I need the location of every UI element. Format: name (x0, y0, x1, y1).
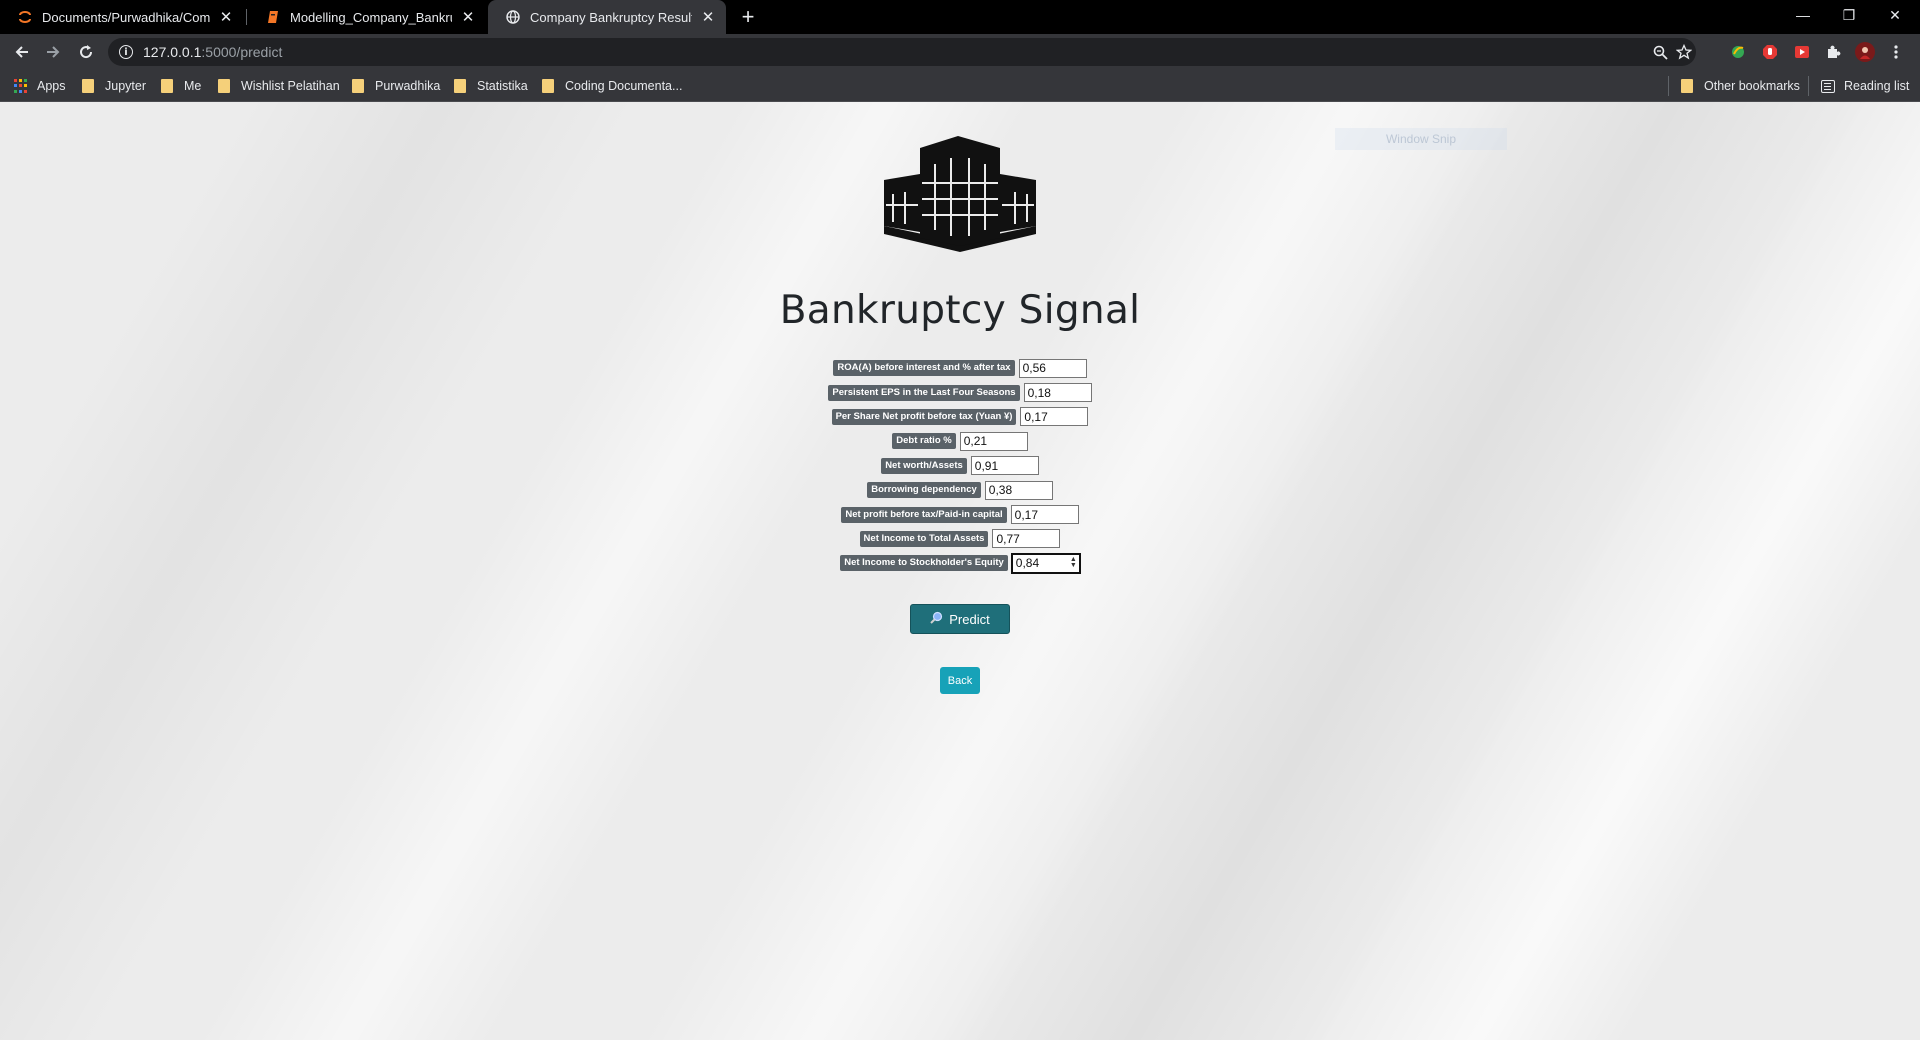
bookmark-label: Wishlist Pelatihan (241, 79, 340, 93)
per-share-net-profit-input[interactable]: 0,17 (1020, 407, 1089, 427)
close-icon[interactable]: ✕ (218, 9, 234, 26)
form-row-net-income-stockholders-equity: Net Income to Stockholder's Equity 0,84 … (0, 551, 1920, 575)
folder-icon (82, 79, 94, 93)
persistent-eps-input[interactable]: 0,18 (1023, 383, 1092, 403)
field-label: Debt ratio % (892, 433, 956, 450)
reading-list[interactable]: Reading list (1808, 76, 1909, 96)
bookmark-coding-documentation[interactable]: Coding Documenta... (542, 70, 682, 102)
tab-company-bankruptcy-result[interactable]: Company Bankruptcy Result ✕ (488, 0, 726, 34)
back-button[interactable]: Back (940, 667, 980, 694)
restore-icon[interactable]: ❐ (1826, 0, 1872, 30)
form-row-net-worth-assets: Net worth/Assets 0,91 (0, 454, 1920, 478)
form-row-roa: ROA(A) before interest and % after tax 0… (0, 356, 1920, 380)
other-bookmarks[interactable]: Other bookmarks (1668, 76, 1800, 96)
bookmark-statistika[interactable]: Statistika (454, 70, 528, 102)
bookmark-label: Me (184, 79, 202, 93)
predict-label: Predict (949, 611, 990, 627)
reading-list-icon (1821, 79, 1835, 93)
bookmark-wishlist-pelatihan[interactable]: Wishlist Pelatihan (218, 70, 340, 102)
address-bar[interactable]: i 127.0.0.1:5000/predict (108, 38, 1696, 66)
prediction-form: ROA(A) before interest and % after tax 0… (0, 356, 1920, 576)
bookmark-me[interactable]: Me (161, 70, 201, 102)
extension-leaf-icon[interactable] (1728, 42, 1748, 62)
notebook-icon (268, 11, 278, 23)
tab-title: Company Bankruptcy Result (530, 9, 692, 25)
folder-icon (161, 79, 173, 93)
tab-separator (246, 9, 247, 25)
bookmark-label: Statistika (477, 79, 528, 93)
form-row-per-share-net-profit: Per Share Net profit before tax (Yuan ¥)… (0, 405, 1920, 429)
form-row-net-income-total-assets: Net Income to Total Assets 0,77 (0, 527, 1920, 551)
form-row-borrowing-dependency: Borrowing dependency 0,38 (0, 478, 1920, 502)
bookmark-label: Apps (37, 79, 66, 93)
spinner-arrows-icon[interactable]: ▲ ▼ (1070, 556, 1077, 569)
browser-toolbar: i 127.0.0.1:5000/predict (0, 34, 1920, 70)
tab-title: Modelling_Company_Bankruptcy (290, 9, 452, 25)
close-window-icon[interactable]: ✕ (1872, 0, 1918, 30)
net-income-total-assets-input[interactable]: 0,77 (992, 529, 1061, 549)
net-profit-paid-in-capital-input[interactable]: 0,17 (1010, 505, 1079, 525)
form-row-net-profit-paid-in-capital: Net profit before tax/Paid-in capital 0,… (0, 502, 1920, 526)
info-icon[interactable]: i (119, 45, 133, 59)
bookmark-jupyter[interactable]: Jupyter (82, 70, 146, 102)
apps-grid-icon (14, 79, 28, 93)
close-icon[interactable]: ✕ (700, 9, 716, 26)
field-label: Net Income to Stockholder's Equity (840, 555, 1008, 572)
field-label: Net worth/Assets (881, 457, 967, 474)
jupyter-icon (19, 11, 31, 23)
minimize-icon[interactable]: — (1780, 0, 1826, 30)
bookmark-label: Purwadhika (375, 79, 441, 93)
field-label: Persistent EPS in the Last Four Seasons (828, 384, 1020, 401)
folder-icon (1681, 79, 1693, 93)
field-label: Borrowing dependency (867, 482, 981, 499)
borrowing-dependency-input[interactable]: 0,38 (984, 480, 1053, 500)
kebab-menu-icon[interactable] (1886, 42, 1906, 62)
zoom-icon[interactable] (1652, 44, 1668, 60)
bookmark-label: Coding Documenta... (565, 79, 683, 93)
adblock-icon[interactable] (1760, 42, 1780, 62)
folder-icon (454, 79, 466, 93)
url-text: 127.0.0.1:5000/predict (143, 44, 283, 60)
avatar[interactable] (1855, 42, 1875, 62)
bookmarks-bar: Apps Jupyter Me Wishlist Pelatihan Purwa… (0, 70, 1920, 102)
magnifier-icon (930, 611, 943, 627)
globe-icon (506, 10, 520, 24)
other-bookmarks-label: Other bookmarks (1704, 79, 1800, 93)
bookmark-apps[interactable]: Apps (14, 70, 66, 102)
folder-icon (352, 79, 364, 93)
forward-arrow-icon[interactable] (39, 38, 67, 66)
close-icon[interactable]: ✕ (460, 9, 476, 26)
page-title: Bankruptcy Signal (779, 288, 1141, 333)
field-label: Net profit before tax/Paid-in capital (841, 506, 1007, 523)
folder-icon (542, 79, 554, 93)
bookmark-purwadhika[interactable]: Purwadhika (352, 70, 440, 102)
net-worth-assets-input[interactable]: 0,91 (970, 456, 1039, 476)
bookmark-label: Jupyter (105, 79, 146, 93)
form-row-debt-ratio: Debt ratio % 0,21 (0, 429, 1920, 453)
tab-strip: Documents/Purwadhika/Compar ✕ Modelling_… (0, 0, 1920, 34)
star-icon[interactable] (1676, 44, 1692, 60)
roa-input[interactable]: 0,56 (1018, 358, 1087, 378)
page-content: Window Snip Bankruptcy Signal ROA(A) bef… (0, 102, 1920, 1040)
predict-button[interactable]: Predict (910, 604, 1010, 634)
field-label: ROA(A) before interest and % after tax (833, 360, 1015, 377)
debt-ratio-input[interactable]: 0,21 (959, 431, 1028, 451)
net-income-stockholders-equity-input[interactable]: 0,84 ▲ ▼ (1010, 552, 1081, 574)
building-logo-icon (884, 136, 1036, 252)
folder-icon (218, 79, 230, 93)
new-tab-button[interactable]: + (736, 4, 760, 29)
input-value: 0,84 (1015, 556, 1040, 571)
reload-icon[interactable] (72, 38, 100, 66)
field-label: Per Share Net profit before tax (Yuan ¥) (831, 408, 1017, 425)
reading-list-label: Reading list (1844, 79, 1910, 93)
field-label: Net Income to Total Assets (859, 530, 989, 547)
tab-title: Documents/Purwadhika/Compar (42, 9, 210, 25)
puzzle-icon[interactable] (1823, 42, 1843, 62)
tab-modelling[interactable]: Modelling_Company_Bankruptcy ✕ (248, 0, 486, 34)
form-row-persistent-eps: Persistent EPS in the Last Four Seasons … (0, 380, 1920, 404)
back-arrow-icon[interactable] (8, 38, 36, 66)
window-snip-overlay: Window Snip (1335, 128, 1507, 150)
tab-jupyter[interactable]: Documents/Purwadhika/Compar ✕ (0, 0, 244, 34)
video-extension-icon[interactable] (1792, 42, 1812, 62)
